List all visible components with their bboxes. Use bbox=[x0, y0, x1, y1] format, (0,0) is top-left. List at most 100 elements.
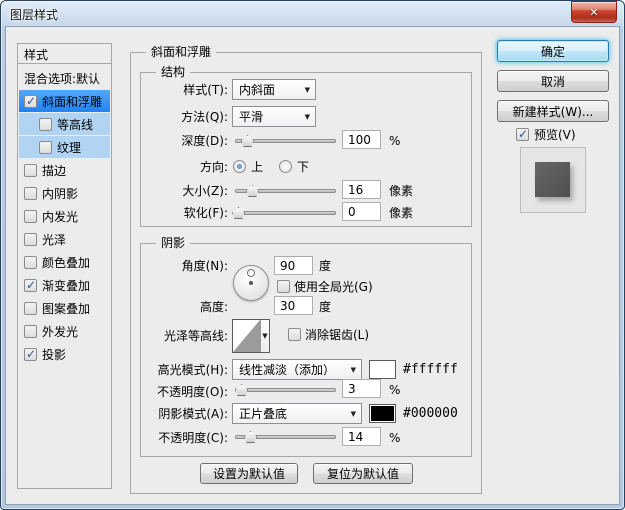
checkbox-icon[interactable] bbox=[24, 324, 37, 338]
highlight-opacity-input[interactable] bbox=[342, 379, 381, 398]
sidebar-item-pattern-overlay[interactable]: 图案叠加 bbox=[19, 297, 110, 319]
highlight-mode-value: 线性减淡（添加） bbox=[239, 363, 336, 377]
checkbox-icon[interactable] bbox=[39, 117, 52, 131]
highlight-mode-select[interactable]: 线性减淡（添加） ▼ bbox=[232, 359, 362, 380]
method-label: 方法(Q): bbox=[181, 110, 228, 124]
altitude-unit: 度 bbox=[319, 300, 332, 314]
sidebar-item-blending-options[interactable]: 混合选项:默认 bbox=[19, 67, 110, 89]
checkbox-icon[interactable] bbox=[24, 347, 37, 361]
depth-input[interactable] bbox=[342, 130, 381, 149]
direction-label: 方向: bbox=[199, 160, 228, 174]
checkbox-icon[interactable] bbox=[24, 163, 37, 177]
chevron-down-icon[interactable]: ▼ bbox=[261, 320, 269, 352]
sidebar-item-label: 外发光 bbox=[42, 324, 79, 339]
sidebar-item-label: 内发光 bbox=[42, 209, 79, 224]
close-button[interactable]: ✕ bbox=[571, 1, 617, 23]
sidebar-item-inner-shadow[interactable]: 内阴影 bbox=[19, 182, 110, 204]
slider-thumb[interactable] bbox=[246, 185, 259, 197]
slider-thumb[interactable] bbox=[235, 384, 248, 396]
angle-dial-center bbox=[249, 281, 253, 285]
checkbox-icon[interactable] bbox=[24, 301, 37, 315]
shadow-opacity-slider[interactable] bbox=[235, 431, 336, 443]
sidebar-list: 混合选项:默认斜面和浮雕等高线纹理描边内阴影内发光光泽颜色叠加渐变叠加图案叠加外… bbox=[17, 63, 112, 489]
highlight-opacity-slider[interactable] bbox=[235, 384, 336, 396]
set-default-button[interactable]: 设置为默认值 bbox=[200, 463, 298, 484]
checkbox-icon[interactable] bbox=[24, 94, 37, 108]
use-global-light-label[interactable]: 使用全局光(G) bbox=[294, 280, 373, 295]
use-global-light-checkbox[interactable] bbox=[277, 280, 290, 293]
preview-checkbox[interactable] bbox=[516, 127, 529, 141]
titlebar[interactable]: 图层样式 ✕ bbox=[0, 0, 625, 26]
method-select[interactable]: 平滑 ▼ bbox=[232, 106, 316, 127]
checkbox-icon[interactable] bbox=[24, 232, 37, 246]
direction-up-label[interactable]: 上 bbox=[251, 160, 263, 175]
preview-label[interactable]: 预览(V) bbox=[534, 128, 576, 143]
sidebar-item-label: 光泽 bbox=[42, 232, 67, 247]
altitude-label: 高度: bbox=[199, 300, 228, 314]
sidebar-item-bevel-emboss[interactable]: 斜面和浮雕 bbox=[19, 90, 110, 112]
style-label: 样式(T): bbox=[183, 83, 228, 97]
shadow-opacity-label: 不透明度(C): bbox=[158, 431, 228, 445]
highlight-hex-label: #ffffff bbox=[403, 362, 458, 377]
angle-input[interactable] bbox=[274, 256, 313, 275]
soften-input[interactable] bbox=[342, 202, 381, 221]
altitude-input[interactable] bbox=[274, 296, 313, 315]
depth-unit: % bbox=[389, 134, 401, 148]
sidebar-item-drop-shadow[interactable]: 投影 bbox=[19, 343, 110, 365]
method-select-value: 平滑 bbox=[239, 110, 264, 124]
highlight-color-swatch[interactable] bbox=[369, 360, 396, 379]
size-slider[interactable] bbox=[235, 185, 336, 197]
angle-unit: 度 bbox=[319, 259, 332, 273]
sidebar-item-label: 图案叠加 bbox=[42, 301, 91, 316]
shadow-mode-select[interactable]: 正片叠底 ▼ bbox=[232, 403, 362, 424]
slider-thumb[interactable] bbox=[244, 431, 257, 443]
sidebar-item-inner-glow[interactable]: 内发光 bbox=[19, 205, 110, 227]
contour-thumbnail-icon bbox=[233, 320, 261, 352]
sidebar-item-outer-glow[interactable]: 外发光 bbox=[19, 320, 110, 342]
window-title: 图层样式 bbox=[10, 8, 59, 22]
direction-down-label[interactable]: 下 bbox=[297, 160, 309, 175]
shadow-opacity-input[interactable] bbox=[342, 427, 381, 446]
checkbox-icon[interactable] bbox=[24, 278, 37, 292]
slider-track bbox=[235, 388, 336, 392]
checkbox-icon[interactable] bbox=[39, 140, 52, 154]
cancel-button[interactable]: 取消 bbox=[497, 70, 609, 92]
ok-button[interactable]: 确定 bbox=[497, 40, 609, 62]
highlight-opacity-label: 不透明度(O): bbox=[157, 385, 228, 399]
soften-slider[interactable] bbox=[232, 207, 336, 219]
style-select-value: 内斜面 bbox=[239, 83, 276, 97]
sidebar-item-label: 斜面和浮雕 bbox=[42, 94, 103, 109]
anti-aliased-checkbox[interactable] bbox=[288, 328, 301, 341]
checkbox-icon[interactable] bbox=[24, 186, 37, 200]
sidebar-item-gradient-overlay[interactable]: 渐变叠加 bbox=[19, 274, 110, 296]
shadow-color-swatch[interactable] bbox=[369, 404, 396, 423]
direction-down-radio[interactable] bbox=[279, 160, 292, 173]
styles-header: 样式 bbox=[17, 43, 112, 64]
sidebar-item-stroke[interactable]: 描边 bbox=[19, 159, 110, 181]
checkbox-icon[interactable] bbox=[24, 209, 37, 223]
shading-group bbox=[140, 243, 472, 457]
size-label: 大小(Z): bbox=[182, 184, 228, 198]
angle-dial[interactable] bbox=[233, 265, 269, 301]
depth-slider[interactable] bbox=[235, 135, 336, 147]
sidebar-item-label: 等高线 bbox=[57, 117, 94, 132]
anti-aliased-label[interactable]: 消除锯齿(L) bbox=[305, 328, 369, 343]
sidebar-item-contour[interactable]: 等高线 bbox=[19, 113, 110, 135]
sidebar-item-color-overlay[interactable]: 颜色叠加 bbox=[19, 251, 110, 273]
sidebar-item-label: 颜色叠加 bbox=[42, 255, 91, 270]
direction-up-radio[interactable] bbox=[233, 160, 246, 173]
sidebar-item-label: 描边 bbox=[42, 163, 67, 178]
new-style-button[interactable]: 新建样式(W)... bbox=[497, 100, 609, 122]
sidebar-item-satin[interactable]: 光泽 bbox=[19, 228, 110, 250]
structure-group-title: 结构 bbox=[156, 65, 191, 80]
style-select[interactable]: 内斜面 ▼ bbox=[232, 79, 316, 100]
reset-default-button[interactable]: 复位为默认值 bbox=[313, 463, 413, 484]
sidebar-item-texture[interactable]: 纹理 bbox=[19, 136, 110, 158]
checkbox-icon[interactable] bbox=[24, 255, 37, 269]
preview-thumbnail bbox=[520, 147, 586, 213]
shadow-hex-label: #000000 bbox=[403, 406, 458, 421]
size-input[interactable] bbox=[342, 180, 381, 199]
angle-dial-marker bbox=[247, 269, 255, 277]
slider-thumb[interactable] bbox=[241, 135, 254, 147]
gloss-contour-picker[interactable]: ▼ bbox=[232, 319, 270, 353]
